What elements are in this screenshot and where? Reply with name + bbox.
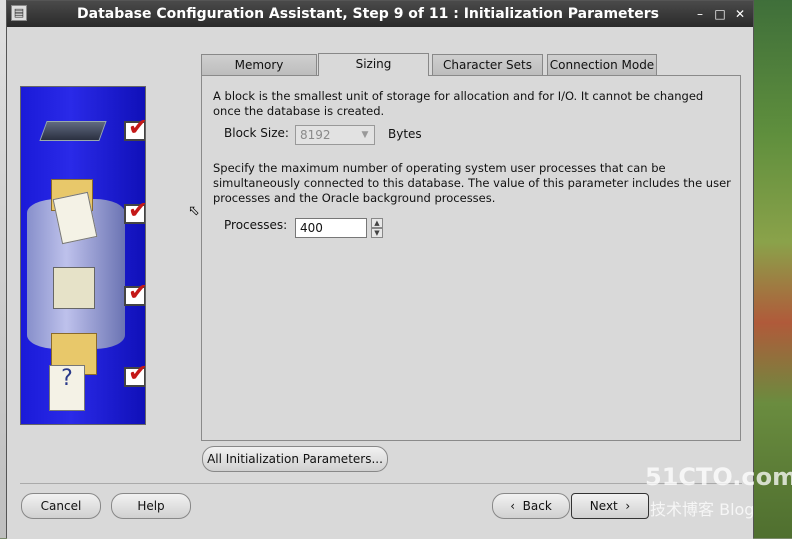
close-icon[interactable]: ✕ [731,6,749,22]
sizing-panel: A block is the smallest unit of storage … [201,75,741,441]
mouse-cursor-icon: ⬁ [188,203,200,219]
dialog-content: ? Memory Sizing Character Sets Connectio… [7,27,753,539]
block-size-description: A block is the smallest unit of storage … [213,89,704,118]
tab-sizing[interactable]: Sizing [318,53,429,76]
watermark-subtitle: 技术博客 Blog [650,500,755,519]
tab-character-sets[interactable]: Character Sets [432,54,543,75]
tab-connection-mode[interactable]: Connection Mode [547,54,657,75]
back-button-label: Back [522,499,552,513]
next-button[interactable]: Next › [571,493,649,519]
processes-label: Processes: [224,218,288,232]
spin-up-icon[interactable]: ▲ [371,218,383,228]
checkmark-icon [124,278,145,306]
all-initialization-parameters-button[interactable]: All Initialization Parameters... [202,446,388,472]
cancel-button[interactable]: Cancel [21,493,101,519]
desktop-background-right [750,0,792,538]
dbca-window: ▤ Database Configuration Assistant, Step… [6,0,754,539]
chevron-left-icon: ‹ [510,499,523,513]
block-size-select: 8192 ▼ [295,125,375,145]
title-bar: ▤ Database Configuration Assistant, Step… [7,1,753,27]
back-button[interactable]: ‹ Back [492,493,570,519]
wizard-illustration: ? [20,86,146,425]
help-document-icon: ? [49,365,85,411]
memory-chip-icon [39,121,107,141]
footer-divider [20,483,742,484]
app-icon[interactable]: ▤ [11,5,27,21]
watermark-logo: 51CTO.com [645,463,792,491]
tab-memory[interactable]: Memory [201,54,317,75]
chevron-right-icon: › [617,499,631,513]
help-button[interactable]: Help [111,493,191,519]
shapes-icon [53,267,95,309]
checkmark-icon [124,359,145,387]
processes-description: Specify the maximum number of operating … [213,161,731,205]
maximize-icon[interactable]: □ [711,6,729,22]
checkmark-icon [124,113,145,141]
next-button-label: Next [589,499,618,513]
block-size-unit: Bytes [388,127,422,141]
minimize-icon[interactable]: – [691,6,709,22]
window-title: Database Configuration Assistant, Step 9… [77,6,659,22]
chevron-down-icon: ▼ [361,130,369,140]
block-size-value: 8192 [300,128,331,142]
checkmark-icon [124,196,145,224]
block-size-label: Block Size: [224,126,289,140]
spin-down-icon[interactable]: ▼ [371,228,383,238]
processes-input[interactable]: 400 [295,218,367,238]
